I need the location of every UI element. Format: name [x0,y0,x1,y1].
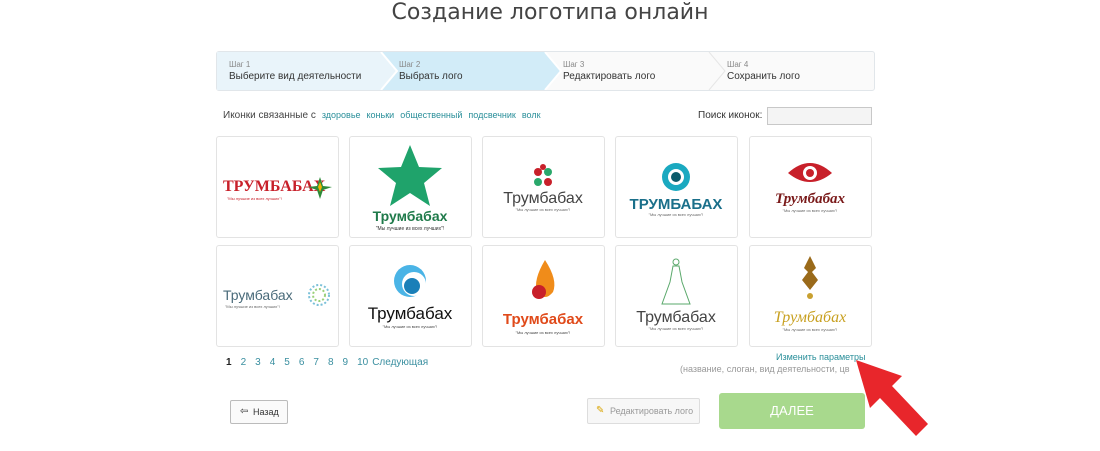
flower-logo-icon: Трумбабах "Мы лучшие из всех лучших"! [503,164,583,212]
logo-tile[interactable]: Трумбабах "Мы лучшие из всех лучших"! [216,245,339,347]
step-1[interactable]: Шаг 1 Выберите вид деятельности [217,52,381,90]
svg-text:Трумбабах: Трумбабах [503,311,584,328]
logo-tile[interactable]: Трумбабах "Мы лучшие из всех лучших"! [482,136,605,238]
svg-text:"Мы лучшие из всех лучших"!: "Мы лучшие из всех лучших"! [649,212,704,217]
page-link[interactable]: 4 [270,357,276,368]
svg-text:"Мы лучшие из всех лучших"!: "Мы лучшие из всех лучших"! [783,327,838,332]
svg-text:"Мы лучшие из всех лучших"!: "Мы лучшие из всех лучших"! [227,196,282,201]
page-link[interactable]: 3 [255,357,261,368]
eye-logo-icon: ТРУМБАБАХ "Мы лучшие из всех лучших"! [630,163,723,217]
step-4[interactable]: Шаг 4 Сохранить лого [715,52,865,90]
svg-text:"Мы лучшие из всех лучших"!: "Мы лучшие из всех лучших"! [383,324,438,329]
svg-text:"Мы лучшие из всех лучших"!: "Мы лучшие из всех лучших"! [516,330,571,335]
svg-text:Трумбабах: Трумбабах [775,191,846,207]
red-eye-logo-icon: Трумбабах "Мы лучшие из всех лучших"! [775,163,846,213]
search-label: Поиск иконок: [698,110,763,121]
svg-text:Трумбабах: Трумбабах [636,309,716,326]
step-3[interactable]: Шаг 3 Редактировать лого [551,52,711,90]
pagination: 1 2 3 4 5 6 7 8 9 10 Следующая [226,357,437,368]
page-link[interactable]: 9 [343,357,349,368]
svg-text:"Мы лучшие из всех лучших"!: "Мы лучшие из всех лучших"! [376,226,445,232]
svg-text:Трумбабах: Трумбабах [503,190,583,207]
svg-text:Трумбабах: Трумбабах [223,287,293,303]
tag-link[interactable]: волк [522,110,541,120]
drop-logo-icon: Трумбабах "Мы лучшие из всех лучших"! [503,260,584,335]
svg-text:Трумбабах: Трумбабах [373,208,448,224]
logo-tile[interactable]: Трумбабах "Мы лучшие из всех лучших"! [349,136,472,238]
change-params-hint: (название, слоган, вид деятельности, цв [680,364,850,374]
page-link[interactable]: 8 [328,357,334,368]
logo-tile[interactable]: Трумбабах "Мы лучшие из всех лучших"! [749,245,872,347]
next-button[interactable]: ДАЛЕЕ [719,393,865,429]
logo-tile[interactable]: Трумбабах "Мы лучшие из всех лучших"! [749,136,872,238]
page-link[interactable]: 2 [241,357,247,368]
related-label: Иконки связанные с [223,110,316,121]
back-arrow-icon: ⇦ [240,406,249,417]
svg-text:"Мы лучшие из всех лучших"!: "Мы лучшие из всех лучших"! [516,207,571,212]
tag-link[interactable]: здоровье [322,110,361,120]
svg-text:Трумбабах: Трумбабах [774,309,846,326]
back-button[interactable]: ⇦ Назад [230,400,288,424]
page-link[interactable]: 5 [284,357,290,368]
svg-text:"Мы лучшие из всех лучших"!: "Мы лучшие из всех лучших"! [649,326,704,331]
logo-tile[interactable]: ТРУМБАБАХ "Мы лучшие из всех лучших"! [615,136,738,238]
wave-logo-icon: Трумбабах "Мы лучшие из всех лучших"! [368,265,453,329]
star-logo-icon: Трумбабах "Мы лучшие из всех лучших"! [373,145,448,232]
page-link[interactable]: 10 [357,357,368,368]
logo-tile[interactable]: ТРУМБАБАХ "Мы лучшие из всех лучших"! [216,136,339,238]
logo-tile[interactable]: Трумбабах "Мы лучшие из всех лучших"! [482,245,605,347]
page-link[interactable]: 6 [299,357,305,368]
tag-link[interactable]: подсвечник [468,110,515,120]
bride-logo-icon: Трумбабах "Мы лучшие из всех лучших"! [636,258,716,331]
related-icons: Иконки связанные с здоровье коньки обществе… [223,110,541,121]
page-link[interactable]: 7 [313,357,319,368]
step-2[interactable]: Шаг 2 Выбрать лого [387,52,547,90]
svg-text:"Мы лучшие из всех лучших"!: "Мы лучшие из всех лучших"! [783,208,838,213]
svg-text:Трумбабах: Трумбабах [368,304,453,323]
wizard-steps: Шаг 1 Выберите вид деятельности Шаг 2 Вы… [216,51,875,91]
svg-text:ТРУМБАБАХ: ТРУМБАБАХ [223,178,326,195]
pencil-icon: ✎ [596,405,605,416]
tag-link[interactable]: общественный [400,110,462,120]
ornament-logo-icon: Трумбабах "Мы лучшие из всех лучших"! [774,256,846,332]
dots-logo-icon: Трумбабах "Мы лучшие из всех лучших"! [223,284,330,309]
edit-logo-button[interactable]: ✎ Редактировать лого [587,398,700,424]
svg-text:"Мы лучшие из всех лучших"!: "Мы лучшие из всех лучших"! [225,304,280,309]
page-title: Создание логотипа онлайн [391,0,709,25]
tag-link[interactable]: коньки [367,110,395,120]
red-arrow-icon [856,360,928,436]
svg-text:ТРУМБАБАХ: ТРУМБАБАХ [630,196,723,213]
logo-tile[interactable]: Трумбабах "Мы лучшие из всех лучших"! [349,245,472,347]
next-page-link[interactable]: Следующая [372,357,428,368]
logo-tile[interactable]: Трумбабах "Мы лучшие из всех лучших"! [615,245,738,347]
page-current: 1 [226,357,232,368]
logo-icon: ТРУМБАБАХ "Мы лучшие из всех лучших"! [223,177,332,201]
search-input[interactable] [767,107,872,125]
